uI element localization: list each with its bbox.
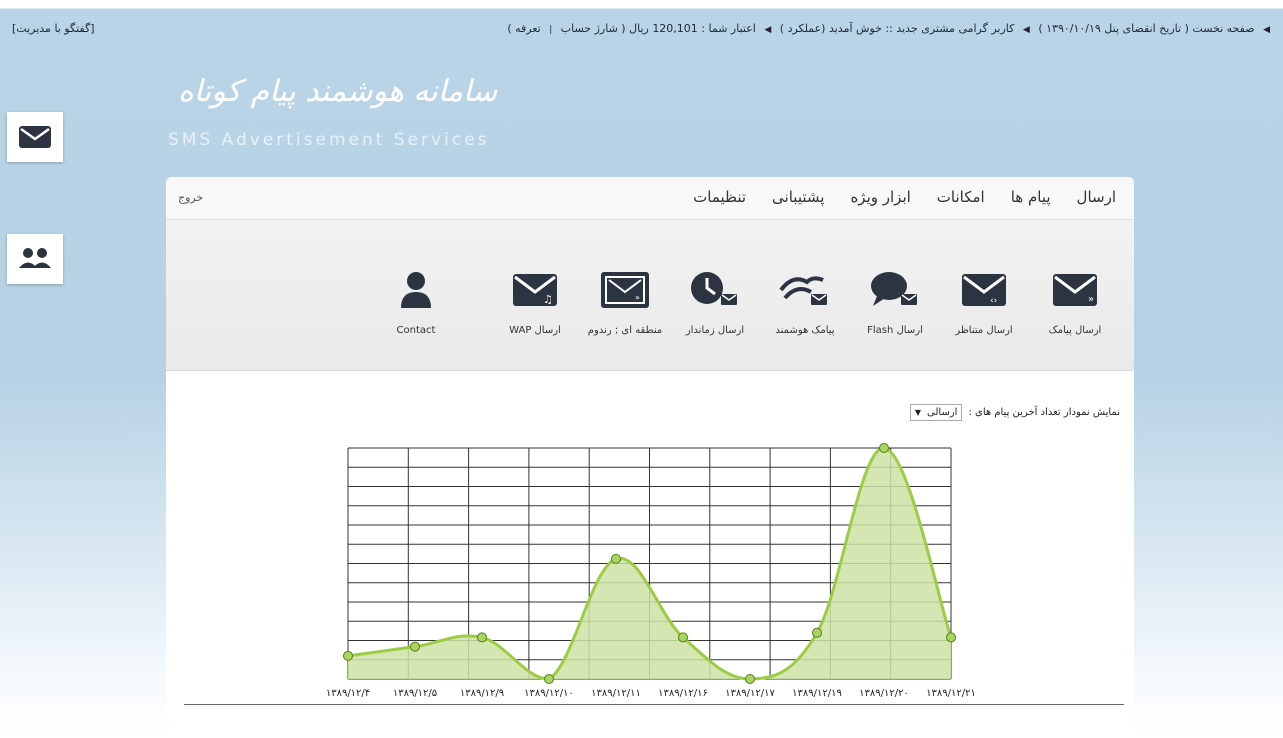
users-icon — [19, 248, 51, 268]
arrow-icon: ◀ — [1263, 25, 1270, 35]
data-point — [343, 650, 353, 661]
chat-admin-link[interactable]: [گفتگو با مدیریت] — [12, 22, 95, 35]
data-point — [946, 632, 956, 643]
x-tick-label: ۱۳۸۹/۱۲/۲۰ — [859, 688, 909, 699]
user-function-link[interactable]: (عملکرد ) — [780, 22, 826, 35]
credit-balance: اعتبار شما : 120,101 ریال — [629, 22, 756, 35]
side-messages-button[interactable] — [7, 112, 63, 162]
x-tick-label: ۱۳۸۹/۱۲/۱۰ — [524, 688, 574, 699]
messages-chart: ۱۳۸۹/۱۲/۴ ۱۳۸۹/۱۲/۵ ۱۳۸۹/۱۲/۹ ۱۳۸۹/۱۲/۱۰ ۱۳۸… — [326, 443, 976, 699]
x-tick-label: ۱۳۸۹/۱۲/۴ — [326, 688, 370, 699]
x-tick-label: ۱۳۸۹/۱۲/۱۶ — [658, 688, 708, 699]
logo-english-title: SMS Advertisement Services — [168, 130, 490, 150]
charge-account-link[interactable]: شارژ حساب — [561, 22, 618, 35]
data-point — [678, 632, 688, 643]
data-point — [477, 632, 487, 643]
tariff-link[interactable]: تعرفه — [515, 22, 541, 35]
data-point — [745, 674, 755, 684]
x-tick-label: ۱۳۸۹/۱۲/۱۱ — [591, 688, 641, 699]
data-point — [410, 641, 420, 652]
main-panel: ارسال پیام ها امکانات ابزار ویژه پشتیبان… — [166, 177, 1134, 738]
user-greeting: کاربر گرامی مشتری جدید :: خوش آمدید — [828, 22, 1015, 35]
x-tick-label: ۱۳۸۹/۱۲/۲۱ — [926, 688, 976, 699]
data-point — [611, 553, 621, 564]
top-info-bar: ◀ صفحه نخست ( تاریخ انقضای پنل ۱۳۹۰/۱۰/۱… — [0, 22, 1283, 42]
data-point — [812, 627, 822, 638]
x-tick-label: ۱۳۸۹/۱۲/۱۷ — [725, 688, 775, 699]
logo-persian-title: سامانه هوشمند پیام کوتاه — [178, 74, 498, 109]
arrow-icon: ◀ — [1022, 25, 1030, 35]
x-tick-label: ۱۳۸۹/۱۲/۱۹ — [792, 688, 842, 699]
expiry-date: تاریخ انقضای پنل ۱۳۹۰/۱۰/۱۹ — [1046, 22, 1182, 35]
top-info-links: ◀ صفحه نخست ( تاریخ انقضای پنل ۱۳۹۰/۱۰/۱… — [507, 22, 1275, 35]
envelope-icon — [19, 126, 51, 148]
arrow-icon: ◀ — [764, 25, 772, 35]
data-point — [879, 443, 889, 453]
home-link[interactable]: صفحه نخست — [1192, 22, 1254, 35]
x-tick-label: ۱۳۸۹/۱۲/۹ — [460, 688, 504, 699]
chart-divider — [184, 704, 1124, 705]
side-contacts-button[interactable] — [7, 234, 63, 284]
data-point — [544, 674, 554, 684]
x-tick-label: ۱۳۸۹/۱۲/۵ — [393, 688, 437, 699]
